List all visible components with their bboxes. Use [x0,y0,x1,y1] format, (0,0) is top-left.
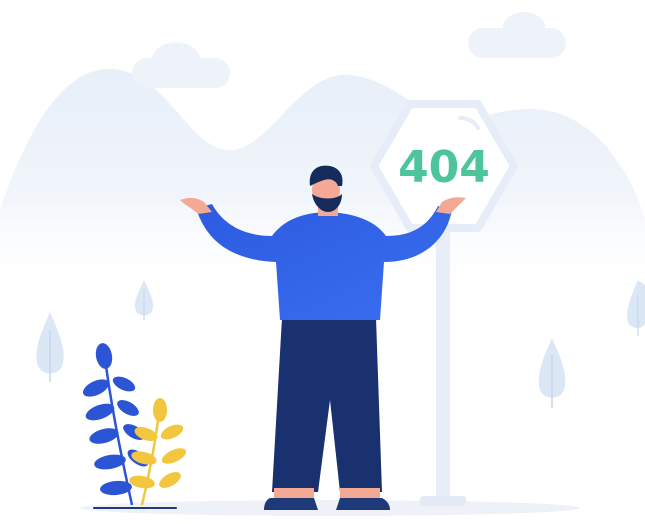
cloud-icon [132,42,230,88]
error-code-label: 404 [398,142,490,193]
cloud-icon [468,12,566,58]
small-tree-icon [36,312,64,382]
illustration-canvas: 404 [0,12,645,516]
small-tree-icon [538,338,566,408]
error-404-illustration: 404 [0,0,645,524]
hexagon-signpost-icon: 404 [370,100,518,506]
